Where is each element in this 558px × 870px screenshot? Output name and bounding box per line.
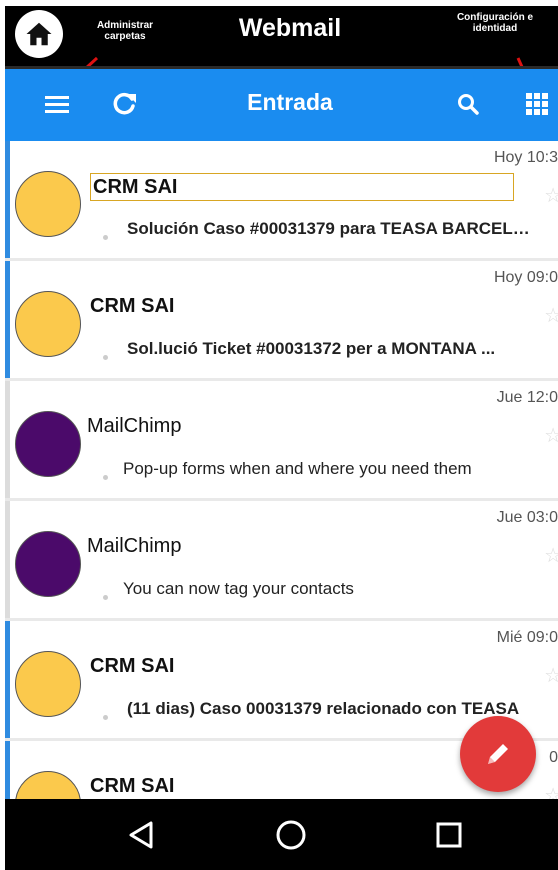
grid-icon — [526, 93, 548, 115]
avatar — [15, 291, 81, 357]
star-icon[interactable]: ☆ — [544, 663, 558, 688]
avatar — [15, 531, 81, 597]
message-row[interactable]: Mié 09:0 CRM SAI ☆ (11 dias) Caso 000313… — [5, 621, 558, 738]
star-icon[interactable]: ☆ — [544, 783, 558, 799]
home-circle-icon — [276, 820, 306, 850]
refresh-button[interactable] — [101, 81, 147, 127]
message-date: Mié 09:0 — [496, 629, 558, 646]
message-date: Jue 03:0 — [496, 509, 558, 526]
message-row[interactable]: Jue 03:0 MailChimp ☆ You can now tag you… — [5, 501, 558, 618]
message-sender: CRM SAI — [90, 775, 175, 797]
system-nav-bar — [5, 799, 558, 870]
home-nav-button[interactable] — [267, 811, 315, 859]
bullet-icon — [103, 715, 108, 720]
avatar — [15, 411, 81, 477]
search-icon — [458, 94, 479, 115]
read-indicator — [5, 381, 10, 498]
avatar — [15, 651, 81, 717]
recents-icon — [436, 822, 462, 848]
message-date: 0 — [549, 749, 558, 766]
star-icon[interactable]: ☆ — [544, 303, 558, 328]
message-row[interactable]: Hoy 09:0 CRM SAI ☆ Sol.lució Ticket #000… — [5, 261, 558, 378]
star-icon[interactable]: ☆ — [544, 543, 558, 568]
back-button[interactable] — [117, 811, 165, 859]
search-button[interactable] — [445, 81, 491, 127]
star-icon[interactable]: ☆ — [544, 423, 558, 448]
pencil-icon — [488, 744, 508, 764]
unread-indicator — [5, 141, 10, 258]
bullet-icon — [103, 235, 108, 240]
refresh-icon — [113, 92, 136, 115]
star-icon[interactable]: ☆ — [544, 183, 558, 208]
compose-button[interactable] — [460, 716, 536, 792]
message-row[interactable]: Hoy 10:3 CRM SAI ☆ Solución Caso #000313… — [5, 141, 558, 258]
home-button[interactable] — [15, 10, 63, 58]
note-settings-identity: Configuración e identidad — [456, 12, 534, 34]
mail-toolbar: Entrada — [5, 66, 558, 141]
unread-indicator — [5, 741, 10, 799]
avatar — [15, 171, 81, 237]
message-sender: CRM SAI — [90, 655, 175, 677]
message-sender: MailChimp — [87, 415, 182, 437]
message-subject: (11 dias) Caso 00031379 relacionado con … — [127, 699, 520, 718]
recents-button[interactable] — [425, 811, 473, 859]
app-title: Webmail — [238, 14, 342, 42]
message-date: Hoy 10:3 — [493, 149, 558, 166]
message-subject: Solución Caso #00031379 para TEASA BARCE… — [127, 219, 537, 238]
folder-title: Entrada — [247, 89, 333, 115]
menu-button[interactable] — [34, 81, 80, 127]
message-sender: CRM SAI — [90, 173, 514, 201]
bullet-icon — [103, 595, 108, 600]
message-date: Hoy 09:0 — [493, 269, 558, 286]
message-sender: CRM SAI — [90, 295, 175, 317]
unread-indicator — [5, 261, 10, 378]
message-subject: You can now tag your contacts — [123, 579, 354, 598]
read-indicator — [5, 501, 10, 618]
bullet-icon — [103, 355, 108, 360]
message-list: Hoy 10:3 CRM SAI ☆ Solución Caso #000313… — [5, 141, 558, 799]
message-subject: Sol.lució Ticket #00031372 per a MONTANA… — [127, 339, 496, 358]
settings-grid-button[interactable] — [514, 81, 558, 127]
menu-icon — [45, 96, 69, 113]
message-sender: MailChimp — [87, 535, 182, 557]
message-date: Jue 12:0 — [496, 389, 558, 406]
message-subject: Pop-up forms when and where you need the… — [123, 459, 472, 478]
note-manage-folders: Administrar carpetas — [96, 20, 154, 42]
unread-indicator — [5, 621, 10, 738]
avatar — [15, 771, 81, 799]
message-row[interactable]: Jue 12:0 MailChimp ☆ Pop-up forms when a… — [5, 381, 558, 498]
back-icon — [129, 821, 153, 849]
app-frame: Administrar carpetas Webmail Configuraci… — [5, 6, 558, 870]
bullet-icon — [103, 475, 108, 480]
home-icon — [26, 22, 52, 46]
